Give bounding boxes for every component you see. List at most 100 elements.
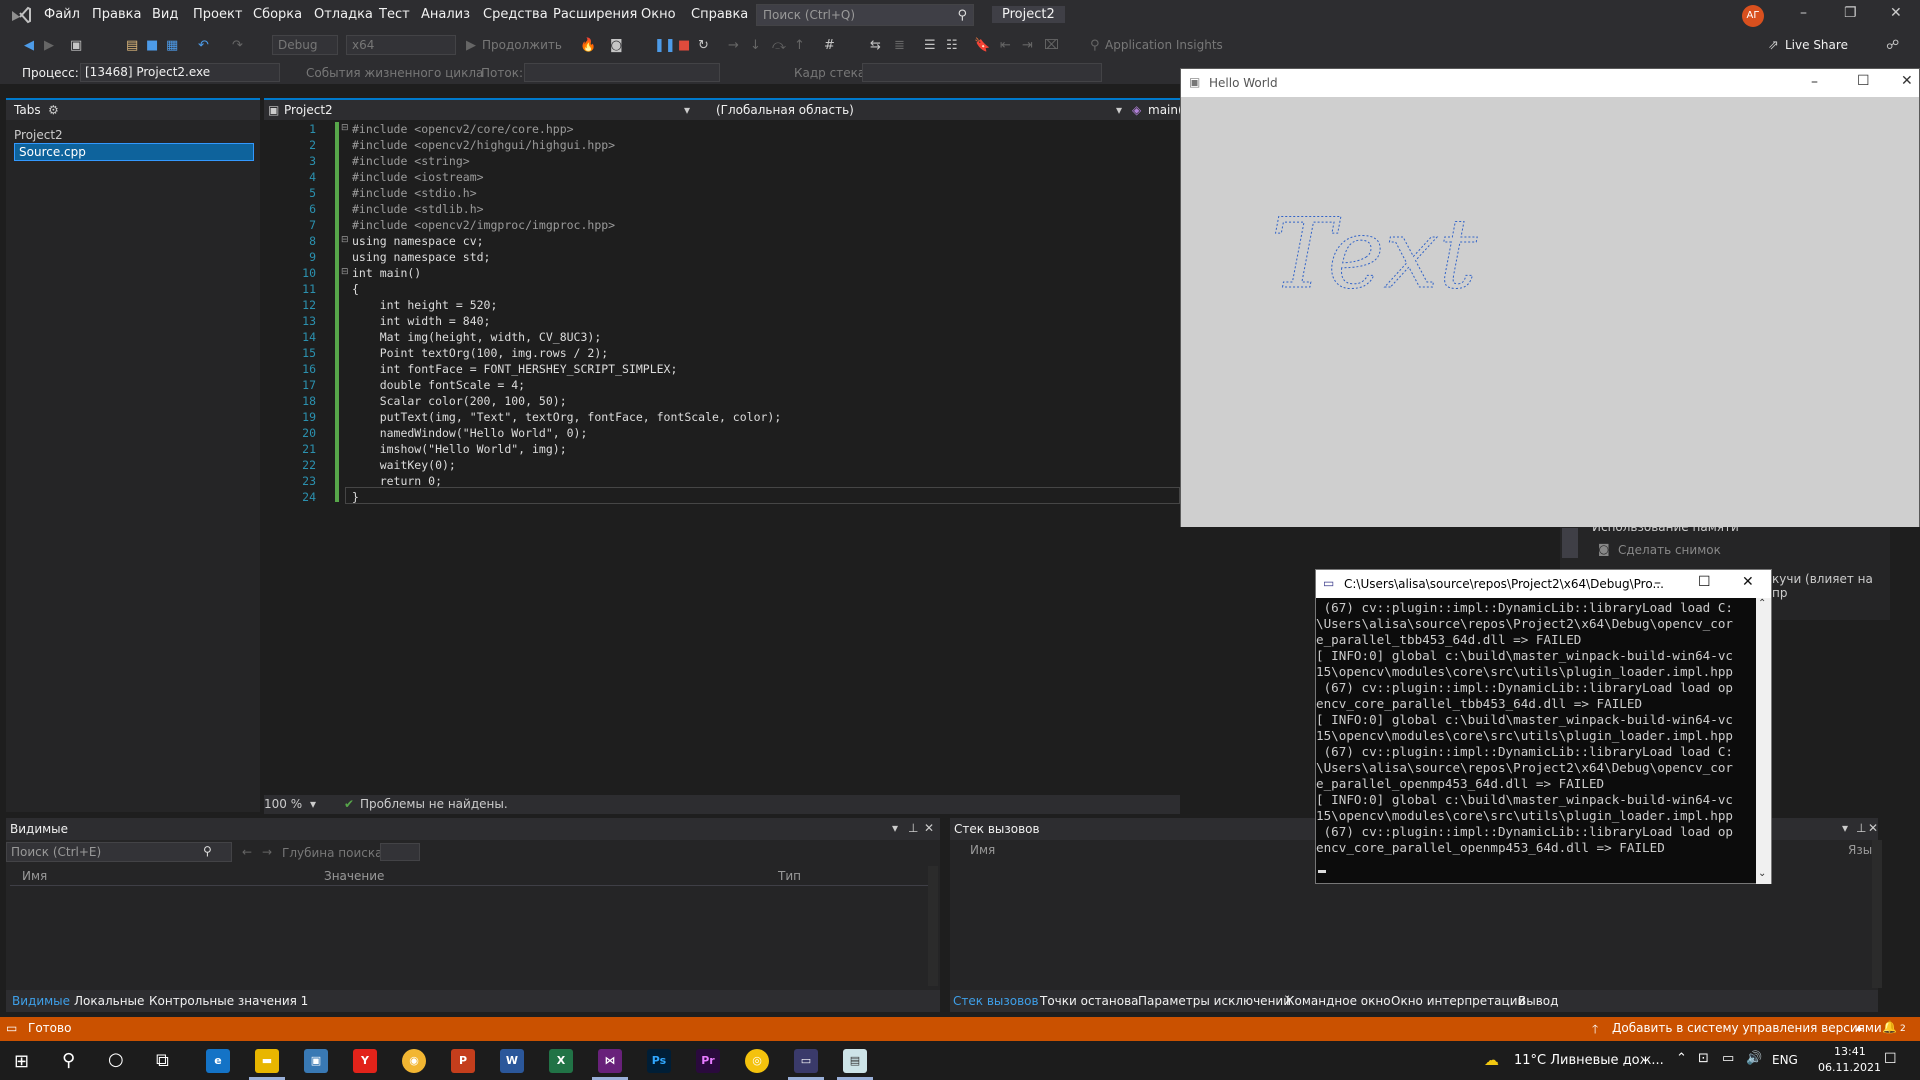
platform-combo[interactable]: x64 [346,35,456,55]
menu-edit[interactable]: Правка [92,7,141,22]
menu-build[interactable]: Сборка [253,7,302,22]
chevron-down-icon[interactable]: ▾ [1116,103,1122,117]
yandex-icon[interactable]: Y [353,1049,377,1073]
back-icon[interactable]: ◀ [24,38,34,53]
cortana-icon[interactable]: ○ [108,1049,124,1070]
console-icon[interactable]: ▭ [794,1049,818,1073]
premiere-icon[interactable]: Pr [696,1049,720,1073]
windows-start-icon[interactable]: ⊞ [14,1051,29,1072]
console-output[interactable]: (67) cv::plugin::impl::DynamicLib::libra… [1316,600,1754,882]
restart-icon[interactable]: ↻ [698,38,709,53]
collapse-icon[interactable]: ⊟ [341,235,349,245]
menu-analyze[interactable]: Анализ [421,7,470,22]
chevron-up-icon[interactable]: ▴ [1856,1020,1862,1034]
add-to-source-control-button[interactable]: Добавить в систему управления версиями [1612,1021,1882,1035]
save-icon[interactable]: ■ [146,38,158,53]
pause-icon[interactable]: ❚❚ [654,38,676,53]
problems-status[interactable]: Проблемы не найдены. [360,797,508,811]
forward-icon[interactable]: ▶ [44,38,54,53]
app-insights-icon[interactable]: ⚲ [1090,38,1100,53]
clock-date[interactable]: 06.11.2021 [1818,1061,1881,1074]
volume-icon[interactable]: 🔊 [1746,1051,1762,1066]
tab-autos[interactable]: Видимые [12,994,70,1008]
minimize-icon[interactable]: – [1654,575,1661,591]
photoshop-icon[interactable]: Ps [647,1049,671,1073]
prev-bookmark-icon[interactable]: ⇤ [1000,38,1011,53]
pin-icon[interactable]: ⊥ [908,821,918,835]
excel-icon[interactable]: X [549,1049,573,1073]
search-depth-combo[interactable] [380,843,420,861]
hello-world-titlebar[interactable]: ▣ Hello World – ☐ ✕ [1181,69,1919,97]
clear-bookmarks-icon[interactable]: ⌧ [1044,38,1059,53]
chrome-icon[interactable]: ◉ [402,1049,426,1073]
tab-command-window[interactable]: Командное окно [1286,994,1391,1008]
process-combo[interactable]: [13468] Project2.exe [80,63,280,82]
save-all-icon[interactable]: ▦ [166,38,178,53]
step-into-icon[interactable]: ↓ [750,38,761,53]
feedback-icon[interactable]: ☍ [1886,38,1899,53]
file-explorer-icon[interactable]: ▬ [255,1049,279,1073]
menu-test[interactable]: Тест [379,7,410,22]
language-indicator[interactable]: ENG [1772,1053,1798,1067]
chevron-down-icon[interactable]: ▾ [684,103,690,117]
autos-scrollbar[interactable] [928,866,938,986]
chevron-down-icon[interactable]: ⌄ [1758,868,1766,879]
bookmark-icon[interactable]: 🔖 [974,38,990,53]
indent-icon[interactable]: ☰ [924,38,936,53]
search-input[interactable]: Поиск (Ctrl+Q) ⚲ [756,4,974,26]
app-insights-button[interactable]: Application Insights [1105,38,1223,52]
menu-window[interactable]: Окно [641,7,676,22]
chevron-down-icon[interactable]: ▾ [892,821,898,835]
zoom-level[interactable]: 100 % [264,797,302,811]
continue-button[interactable]: Продолжить [482,38,562,52]
minimize-icon[interactable]: – [1811,74,1818,90]
visual-studio-icon[interactable]: ⋈ [598,1049,622,1073]
tab-watch[interactable]: Контрольные значения 1 [149,994,308,1008]
function-combo[interactable]: main( [1148,103,1183,117]
live-share-icon[interactable]: ⇗ [1768,38,1779,53]
gear-icon[interactable]: ⚙ [48,103,59,117]
menu-file[interactable]: Файл [44,7,80,22]
maximize-icon[interactable]: ☐ [1698,574,1711,590]
stack-frame-combo[interactable] [862,63,1102,82]
project-combo[interactable]: Project2 [284,103,333,117]
restore-icon[interactable]: ❐ [1844,5,1857,21]
collapse-icon[interactable]: ⊟ [341,123,349,133]
forward-icon[interactable]: → [262,845,272,859]
close-icon[interactable]: ✕ [1868,821,1878,835]
tab-breakpoints[interactable]: Точки останова [1040,994,1139,1008]
task-view-icon[interactable]: ⧉ [156,1050,169,1071]
tab-output[interactable]: Вывод [1518,994,1558,1008]
autos-search-input[interactable]: Поиск (Ctrl+E) ⚲ [6,842,232,862]
menu-debug[interactable]: Отладка [314,7,373,22]
close-icon[interactable]: ✕ [1901,73,1913,89]
tabs-file-item[interactable]: Source.cpp [14,143,254,161]
open-file-icon[interactable]: ▤ [126,38,138,53]
collapse-icon[interactable]: ⊟ [341,267,349,277]
action-center-icon[interactable]: ☐ [1884,1051,1897,1067]
thread-combo[interactable] [524,63,720,82]
close-icon[interactable]: ✕ [924,821,934,835]
undo-icon[interactable]: ↶ [198,38,209,53]
close-icon[interactable]: ✕ [1742,574,1754,590]
tabs-project-item[interactable]: Project2 [14,128,63,142]
step-over-icon[interactable]: ⤼ [772,38,786,53]
network-icon[interactable]: ⊡ [1698,1051,1709,1066]
maximize-icon[interactable]: ☐ [1857,73,1870,89]
lifecycle-events-button[interactable]: События жизненного цикла [306,66,483,80]
console-scrollbar[interactable]: ⌃ ⌄ [1756,598,1771,884]
opencv-window-icon[interactable]: ▤ [843,1049,867,1073]
call-stack-scrollbar[interactable] [1872,840,1882,988]
next-bookmark-icon[interactable]: ⇥ [1022,38,1033,53]
tab-call-stack[interactable]: Стек вызовов [953,994,1039,1008]
column-type[interactable]: Тип [778,869,801,883]
app-icon[interactable]: ▣ [304,1049,328,1073]
menu-help[interactable]: Справка [691,7,748,22]
diagnostic-scrollbar[interactable] [1562,528,1578,558]
stop-icon[interactable]: ■ [678,38,690,53]
new-project-icon[interactable]: ▣ [70,38,82,53]
thread-icon[interactable]: ⇆ [870,38,881,53]
battery-icon[interactable]: ▭ [1722,1051,1734,1066]
chevron-down-icon[interactable]: ▾ [1842,821,1848,835]
tab-locals[interactable]: Локальные [74,994,144,1008]
